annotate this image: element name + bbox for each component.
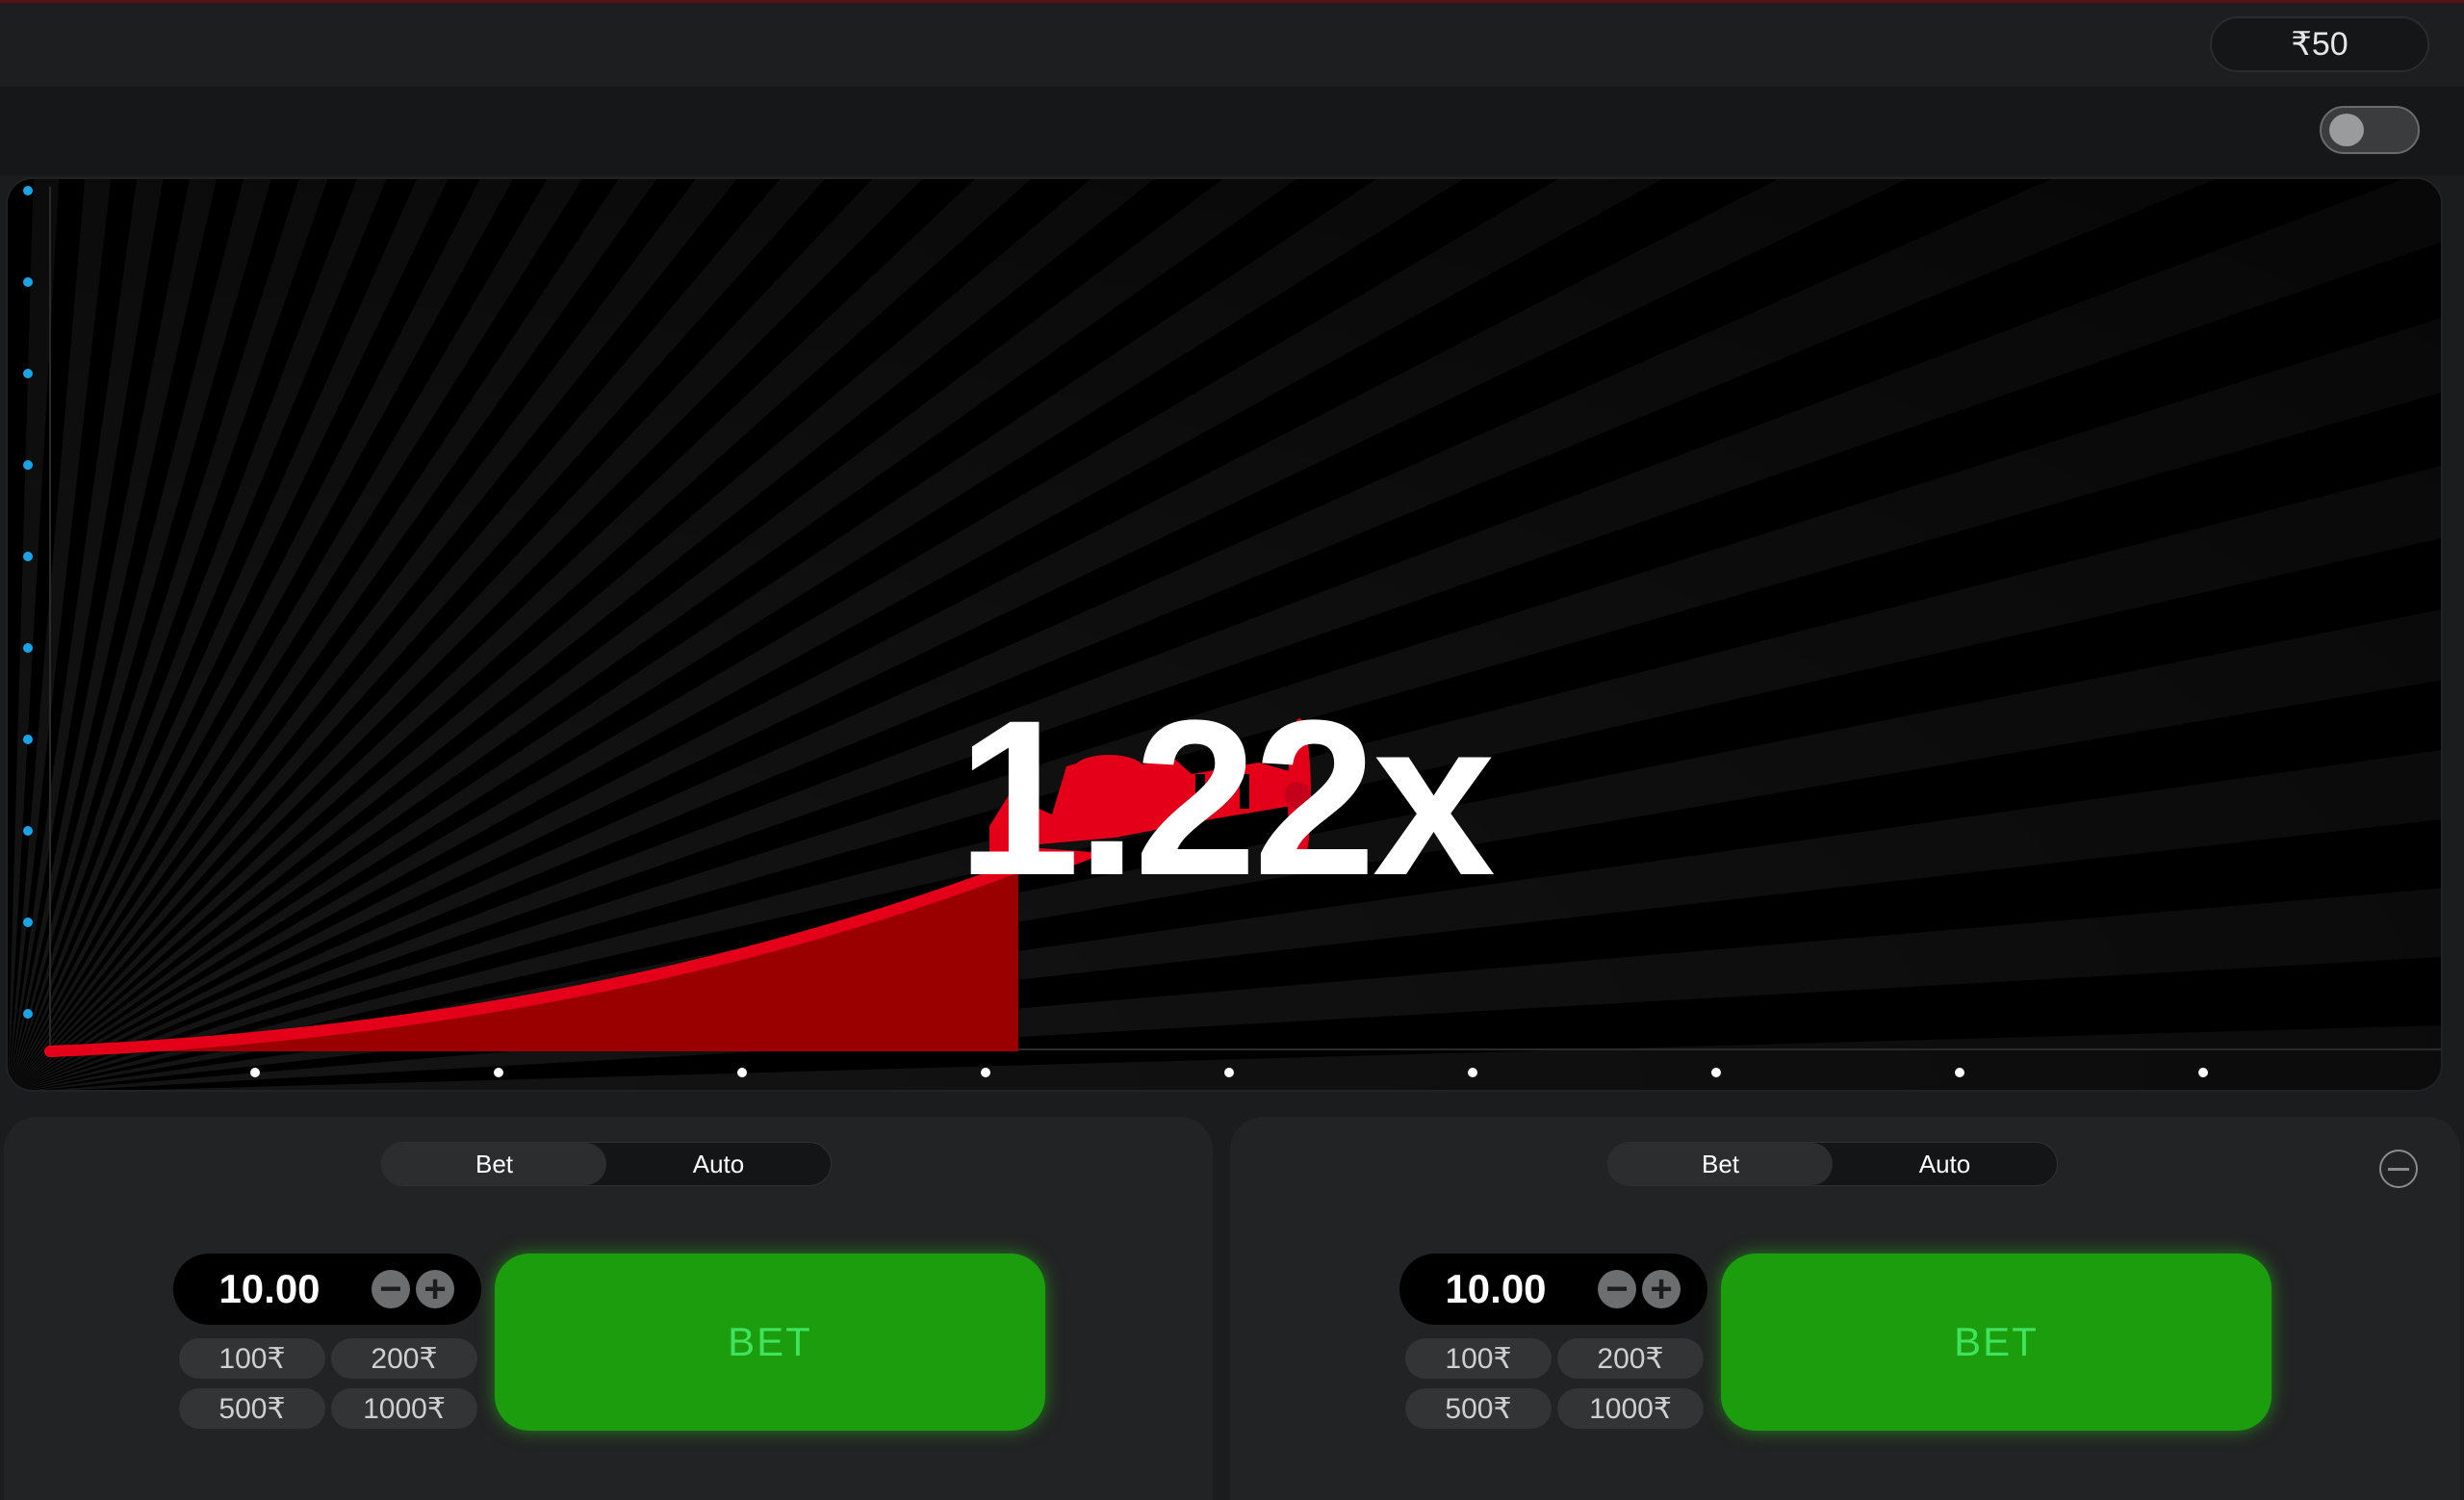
bet-mode-tabs: Bet Auto [1607,1142,2058,1186]
y-axis-dot [23,552,33,561]
quick-amount-1000[interactable]: 1000₹ [331,1388,477,1429]
tab-bet[interactable]: Bet [382,1143,606,1185]
y-axis-dot [23,277,33,287]
minus-icon [2388,1167,2409,1171]
x-axis-dot [1711,1068,1721,1077]
x-axis-dot [250,1068,260,1077]
sound-toggle-icon[interactable] [2320,106,2420,154]
x-axis-dot [737,1068,747,1077]
balance-display: ₹50 [2210,16,2429,72]
sub-bar [0,87,2464,175]
toggle-knob [2329,114,2364,146]
bet-button[interactable]: BET [495,1254,1045,1431]
tab-auto[interactable]: Auto [606,1143,831,1185]
top-bar: ₹50 [0,0,2464,87]
bet-mode-tabs: Bet Auto [381,1142,832,1186]
stake-input[interactable]: 10.00 [1399,1266,1592,1312]
y-axis-dot [23,643,33,653]
y-axis-dot [23,460,33,470]
bet-panel-left: Bet Auto 10.00 − + 100₹ 200₹ 500₹ 1000₹ … [4,1117,1213,1500]
bet-panel-right: Bet Auto 10.00 − + 100₹ 200₹ 500₹ 1000₹ … [1230,1117,2460,1500]
stake-input[interactable]: 10.00 [173,1266,366,1312]
tab-auto[interactable]: Auto [1833,1143,2057,1185]
x-axis-dot [494,1068,503,1077]
x-axis-dot [1468,1068,1477,1077]
x-axis-dot [2198,1068,2208,1077]
plus-icon[interactable]: + [416,1270,454,1308]
x-axis-dot [981,1068,990,1077]
x-axis-dot [1224,1068,1234,1077]
quick-amount-200[interactable]: 200₹ [1557,1338,1704,1379]
x-axis-dot [1955,1068,1964,1077]
minus-icon[interactable]: − [372,1270,410,1308]
stake-stepper: 10.00 − + [1399,1254,1707,1325]
quick-amount-500[interactable]: 500₹ [179,1388,325,1429]
quick-amount-100[interactable]: 100₹ [1405,1338,1552,1379]
quick-amount-500[interactable]: 500₹ [1405,1388,1552,1429]
plus-icon[interactable]: + [1642,1270,1681,1308]
y-axis-dot [23,369,33,378]
quick-amount-100[interactable]: 100₹ [179,1338,325,1379]
game-area: 1.22x [6,177,2443,1092]
quick-amount-200[interactable]: 200₹ [331,1338,477,1379]
bet-button[interactable]: BET [1721,1254,2272,1431]
quick-amount-1000[interactable]: 1000₹ [1557,1388,1704,1429]
remove-panel-button[interactable] [2379,1150,2418,1188]
stake-stepper: 10.00 − + [173,1254,481,1325]
game-canvas [8,179,2441,1090]
minus-icon[interactable]: − [1598,1270,1636,1308]
multiplier-display: 1.22x [957,674,1496,921]
tab-bet[interactable]: Bet [1608,1143,1833,1185]
y-axis-dot [23,918,33,927]
balance-value: ₹50 [2291,26,2348,63]
y-axis-dot [23,1009,33,1019]
y-axis-dot [23,186,33,195]
